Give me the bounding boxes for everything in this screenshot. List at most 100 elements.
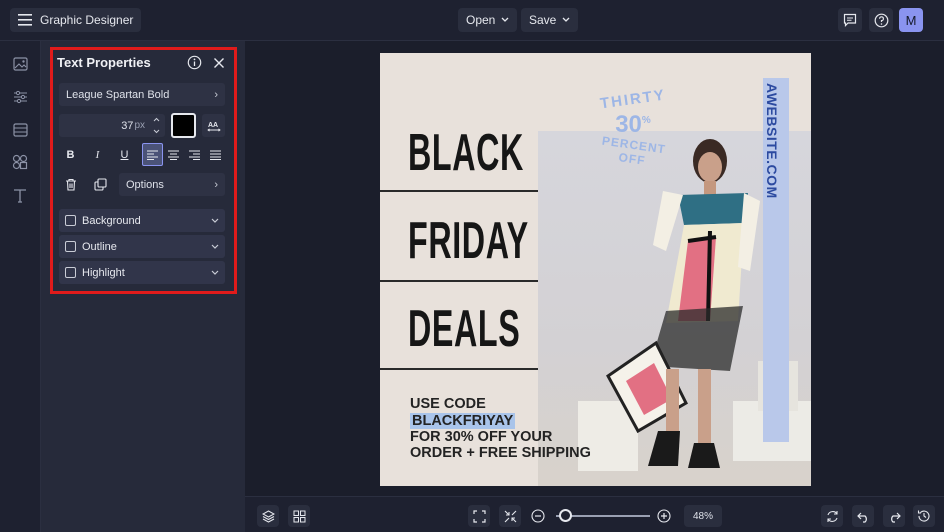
stamp-value: 30 bbox=[615, 111, 642, 138]
promo-code-text: BLACKFRIYAY bbox=[410, 413, 516, 429]
outline-accordion[interactable]: Outline bbox=[59, 235, 225, 258]
discount-stamp[interactable]: THIRTY 30% PERCENT OFF bbox=[588, 86, 678, 171]
underline-button[interactable]: U bbox=[114, 143, 135, 166]
bold-button[interactable]: B bbox=[60, 143, 81, 166]
text-icon bbox=[14, 189, 26, 203]
zoom-slider-thumb[interactable] bbox=[559, 509, 572, 522]
adjust-tool[interactable] bbox=[11, 88, 29, 106]
undo-button[interactable] bbox=[852, 505, 874, 527]
divider-line bbox=[380, 280, 538, 282]
fit-screen-button[interactable] bbox=[468, 505, 490, 527]
chevron-down-icon bbox=[211, 244, 219, 249]
background-checkbox[interactable] bbox=[65, 215, 76, 226]
headline-friday[interactable]: FRIDAY bbox=[408, 211, 529, 271]
fit-icon bbox=[472, 509, 486, 523]
chevron-down-icon bbox=[501, 17, 509, 22]
options-label: Options bbox=[126, 178, 164, 191]
comments-button[interactable] bbox=[838, 8, 862, 32]
text-spacing-button[interactable]: AA bbox=[202, 114, 225, 137]
app-title: Graphic Designer bbox=[40, 13, 134, 27]
layers-button[interactable] bbox=[257, 505, 279, 527]
text-tool[interactable] bbox=[11, 186, 29, 204]
chevron-right-icon: › bbox=[214, 178, 218, 191]
chevron-down-icon bbox=[153, 129, 159, 133]
open-button[interactable]: Open bbox=[458, 8, 518, 32]
align-justify-button[interactable] bbox=[205, 143, 226, 166]
image-icon bbox=[12, 57, 28, 71]
zoom-in-icon bbox=[657, 509, 671, 523]
headline-deals[interactable]: DEALS bbox=[408, 299, 520, 359]
info-icon bbox=[187, 55, 202, 70]
zoom-value[interactable]: 48% bbox=[684, 505, 722, 527]
comment-icon bbox=[843, 13, 857, 27]
accordion-label: Outline bbox=[82, 240, 117, 253]
shapes-icon bbox=[12, 154, 28, 170]
refresh-button[interactable] bbox=[821, 505, 843, 527]
undo-icon bbox=[856, 512, 867, 523]
tool-rail bbox=[0, 41, 41, 532]
options-button[interactable]: Options › bbox=[119, 173, 225, 196]
help-button[interactable] bbox=[869, 8, 893, 32]
font-name: League Spartan Bold bbox=[66, 88, 170, 101]
images-tool[interactable] bbox=[11, 55, 29, 73]
duplicate-button[interactable] bbox=[88, 173, 112, 196]
headline-black[interactable]: BLACK bbox=[408, 123, 524, 183]
history-icon bbox=[917, 510, 930, 522]
delete-button[interactable] bbox=[59, 173, 83, 196]
promo-code[interactable]: BLACKFRIYAY bbox=[410, 413, 516, 429]
refresh-icon bbox=[826, 510, 838, 522]
save-button[interactable]: Save bbox=[521, 8, 579, 32]
promo-line[interactable]: ORDER + FREE SHIPPING bbox=[410, 445, 591, 461]
shrink-button[interactable] bbox=[499, 505, 521, 527]
zoom-in-button[interactable] bbox=[657, 509, 671, 523]
redo-icon bbox=[890, 512, 901, 523]
open-label: Open bbox=[466, 13, 496, 27]
zoom-out-button[interactable] bbox=[531, 509, 545, 523]
align-center-icon bbox=[168, 149, 179, 160]
app-menu-button[interactable]: Graphic Designer bbox=[10, 8, 142, 32]
duplicate-icon bbox=[93, 178, 107, 191]
highlight-checkbox[interactable] bbox=[65, 267, 76, 278]
stamp-percent: % bbox=[641, 115, 651, 126]
save-label: Save bbox=[529, 13, 557, 27]
design-canvas[interactable]: BLACK FRIDAY DEALS USE CODE BLACKFRIYAY … bbox=[380, 53, 811, 486]
text-color-swatch[interactable] bbox=[171, 113, 196, 138]
panel-title: Text Properties bbox=[57, 55, 151, 70]
grid-button[interactable] bbox=[288, 505, 310, 527]
layout-tool[interactable] bbox=[11, 121, 29, 139]
align-right-icon bbox=[189, 149, 200, 160]
graphics-tool[interactable] bbox=[11, 153, 29, 171]
letter-spacing-icon: AA bbox=[206, 122, 221, 132]
font-select[interactable]: League Spartan Bold › bbox=[59, 83, 225, 106]
accordion-label: Background bbox=[82, 214, 141, 227]
redo-button[interactable] bbox=[883, 505, 905, 527]
align-left-icon bbox=[147, 149, 158, 160]
promo-line[interactable]: FOR 30% OFF YOUR bbox=[410, 429, 552, 445]
highlight-accordion[interactable]: Highlight bbox=[59, 261, 225, 284]
italic-button[interactable]: I bbox=[87, 143, 108, 166]
align-justify-icon bbox=[210, 149, 221, 160]
align-right-button[interactable] bbox=[184, 143, 205, 166]
svg-text:AA: AA bbox=[208, 122, 218, 129]
divider-line bbox=[380, 368, 538, 370]
chevron-down-icon bbox=[211, 218, 219, 223]
history-button[interactable] bbox=[913, 505, 935, 527]
chevron-up-icon bbox=[153, 118, 159, 122]
font-size-unit: px bbox=[134, 120, 145, 131]
promo-line[interactable]: USE CODE bbox=[410, 396, 486, 412]
info-button[interactable] bbox=[187, 55, 202, 70]
trash-icon bbox=[66, 178, 76, 191]
avatar[interactable]: M bbox=[899, 8, 923, 32]
chevron-down-icon bbox=[211, 270, 219, 275]
chevron-right-icon: › bbox=[214, 88, 218, 101]
layers-icon bbox=[261, 509, 275, 523]
outline-checkbox[interactable] bbox=[65, 241, 76, 252]
website-text[interactable]: AWEBSITE.COM bbox=[764, 83, 780, 199]
font-size-stepper[interactable] bbox=[150, 114, 162, 137]
accordion-label: Highlight bbox=[82, 266, 125, 279]
align-left-button[interactable] bbox=[142, 143, 163, 166]
close-button[interactable] bbox=[213, 56, 225, 68]
align-center-button[interactable] bbox=[163, 143, 184, 166]
background-accordion[interactable]: Background bbox=[59, 209, 225, 232]
zoom-out-icon bbox=[531, 509, 545, 523]
